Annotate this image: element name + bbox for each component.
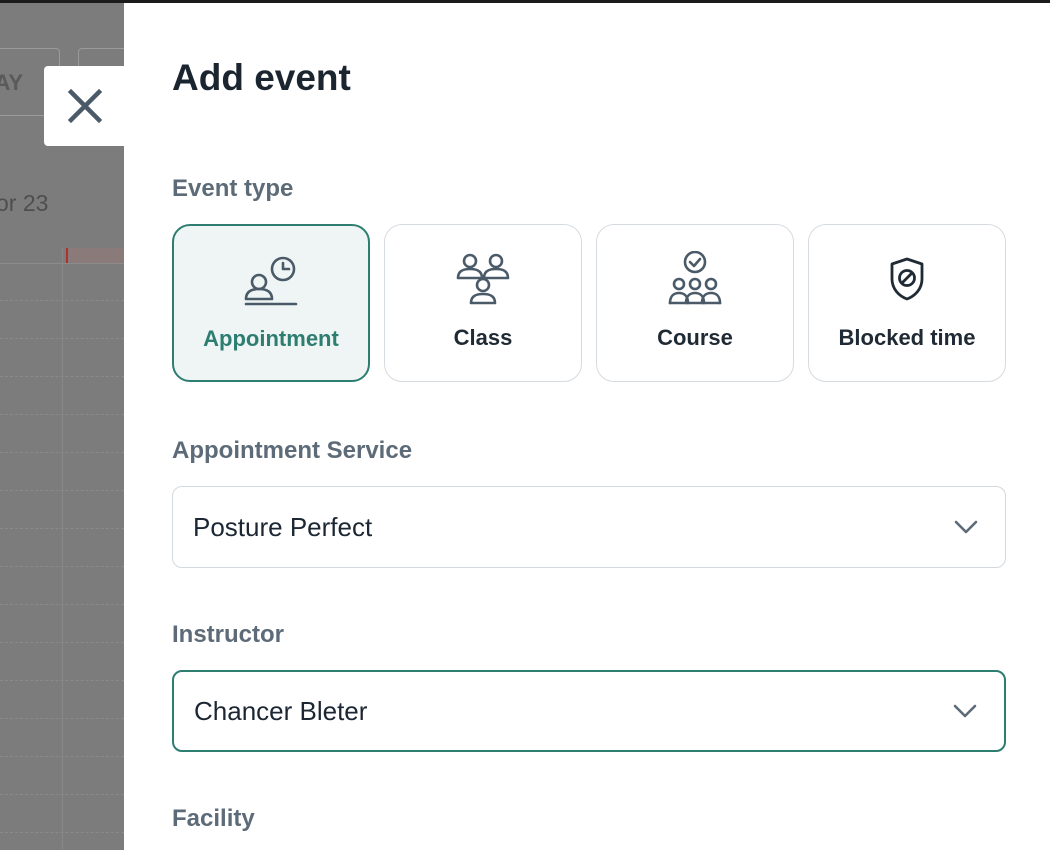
calendar-slot-line [0,566,124,567]
event-type-appointment[interactable]: Appointment [172,224,370,382]
event-type-blocked-time[interactable]: Blocked time [808,224,1006,382]
group-icon [456,253,510,305]
instructor-value: Chancer Bleter [194,695,368,726]
appointment-service-select[interactable]: Posture Perfect [172,486,1006,568]
calendar-slot-line [0,414,124,415]
drawer-title: Add event [172,57,351,98]
event-type-class[interactable]: Class [384,224,582,382]
group-check-icon [668,251,722,305]
close-drawer-button[interactable] [44,66,126,146]
event-type-label-appointment: Appointment [203,326,339,351]
calendar-slot-line [0,300,124,301]
calendar-slot-line [0,452,124,453]
event-type-label-class: Class [453,325,513,350]
event-type-label: Event type [172,175,294,202]
calendar-slot-line [0,528,124,529]
calendar-slot-line [0,376,124,377]
instructor-select[interactable]: Chancer Bleter [172,670,1006,752]
shield-block-icon [890,257,924,301]
event-type-course[interactable]: Course [596,224,794,382]
event-type-label-course: Course [657,325,733,350]
appointment-service-value: Posture Perfect [193,511,373,542]
calendar-slot-line [0,832,124,833]
calendar-slot-line [0,604,124,605]
calendar-slot-line [0,642,124,643]
close-icon [67,88,103,124]
calendar-slot-line [0,490,124,491]
calendar-slot-line [0,680,124,681]
calendar-slot-line [0,718,124,719]
event-type-label-blocked-time: Blocked time [838,325,976,350]
calendar-slot-line [0,338,124,339]
calendar-slot-line [0,794,124,795]
calendar-slot-line [0,756,124,757]
appointment-service-label: Appointment Service [172,437,413,464]
current-time-marker [66,248,124,263]
instructor-label: Instructor [172,621,285,648]
calendar-date-label: or 23 [0,190,49,216]
chevron-down-icon [954,520,978,534]
person-clock-icon [244,256,298,306]
facility-label: Facility [172,805,255,832]
chevron-down-icon [953,704,977,718]
window-top-bar [0,0,1050,3]
add-event-drawer: Add event Event type Appointment Class C… [124,3,1050,850]
